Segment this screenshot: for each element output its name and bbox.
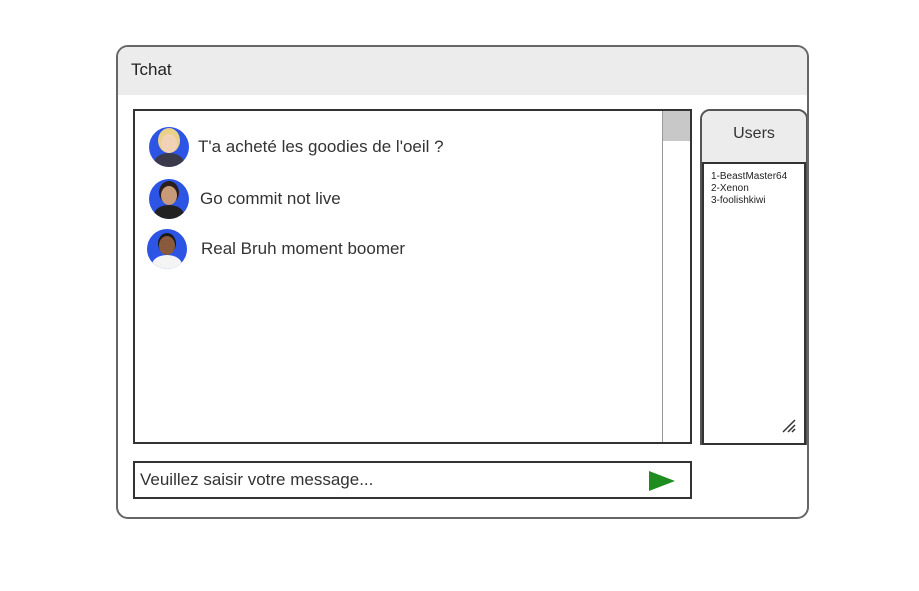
users-header: Users bbox=[702, 111, 806, 164]
message-text: Real Bruh moment boomer bbox=[201, 239, 406, 258]
chat-message: Real Bruh moment boomer bbox=[147, 229, 405, 269]
message-composer bbox=[133, 461, 692, 499]
dark-haired-man-avatar bbox=[149, 179, 189, 219]
user-item[interactable]: 1-BeastMaster64 bbox=[704, 171, 804, 183]
message-input[interactable] bbox=[140, 468, 630, 492]
window-title: Tchat bbox=[131, 60, 172, 79]
chat-window: Tchat T'a acheté les goodies de l'oeil ?… bbox=[116, 45, 809, 519]
user-item[interactable]: 2-Xenon bbox=[704, 183, 804, 195]
message-text: T'a acheté les goodies de l'oeil ? bbox=[198, 137, 444, 156]
message-scrollbar[interactable] bbox=[662, 111, 690, 442]
message-list[interactable]: T'a acheté les goodies de l'oeil ? Go co… bbox=[133, 109, 692, 444]
smiling-man-avatar bbox=[147, 229, 187, 269]
user-item[interactable]: 3-foolishkiwi bbox=[704, 195, 804, 207]
window-titlebar: Tchat bbox=[118, 47, 807, 95]
blonde-woman-avatar bbox=[149, 127, 189, 167]
play-triangle-icon bbox=[649, 471, 675, 491]
chat-message: T'a acheté les goodies de l'oeil ? bbox=[149, 127, 444, 167]
users-list[interactable]: 1-BeastMaster64 2-Xenon 3-foolishkiwi bbox=[702, 164, 806, 445]
resize-grip-icon[interactable] bbox=[782, 419, 796, 433]
chat-message: Go commit not live bbox=[149, 179, 341, 219]
message-text: Go commit not live bbox=[200, 189, 341, 208]
scrollbar-thumb[interactable] bbox=[663, 111, 690, 141]
users-header-label: Users bbox=[733, 125, 775, 142]
send-button[interactable] bbox=[648, 470, 676, 492]
users-panel: Users 1-BeastMaster64 2-Xenon 3-foolishk… bbox=[700, 109, 807, 445]
